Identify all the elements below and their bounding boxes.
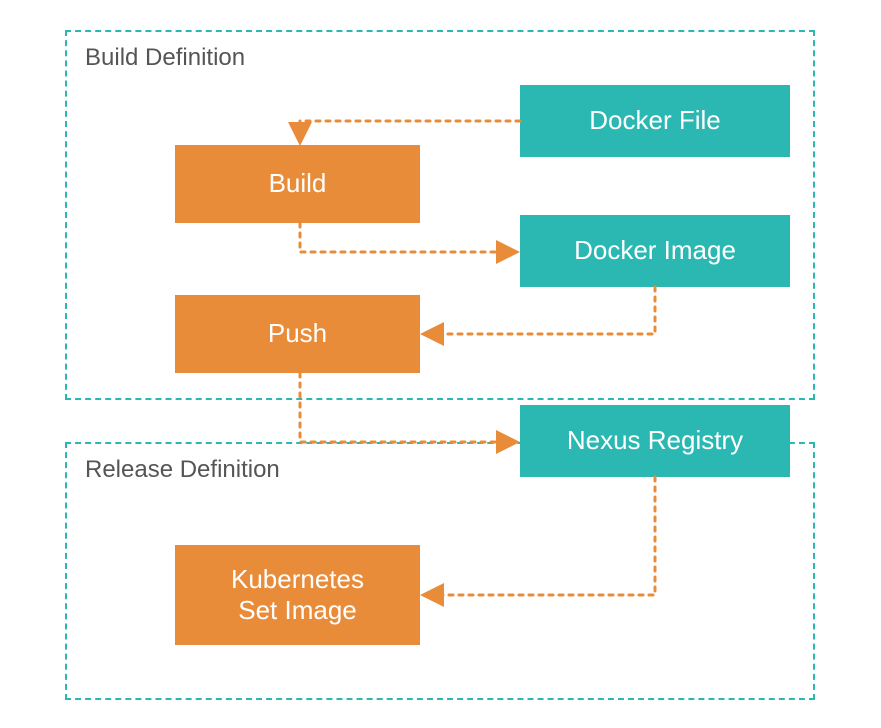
node-push: Push [175,295,420,373]
node-push-label: Push [268,318,327,349]
node-nexus-registry: Nexus Registry [520,405,790,477]
node-docker-image-label: Docker Image [574,235,736,266]
node-nexus-registry-label: Nexus Registry [567,425,743,456]
group-release-label: Release Definition [85,456,280,484]
node-docker-file-label: Docker File [589,105,720,136]
node-k8s-set-image-label: Kubernetes Set Image [231,564,364,626]
node-build-label: Build [269,168,327,199]
node-docker-file: Docker File [520,85,790,157]
node-build: Build [175,145,420,223]
node-docker-image: Docker Image [520,215,790,287]
group-build-label: Build Definition [85,44,245,72]
diagram-canvas: Build Definition Release Definition Dock… [0,0,881,728]
node-k8s-set-image: Kubernetes Set Image [175,545,420,645]
